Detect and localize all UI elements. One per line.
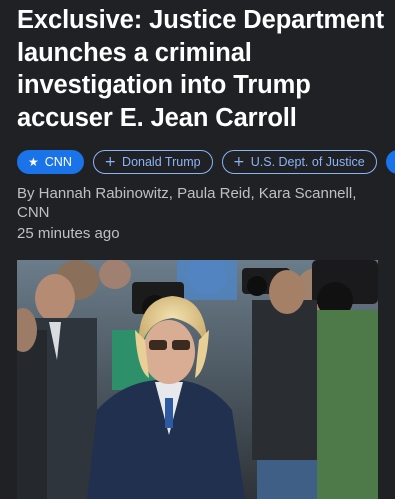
plus-icon: + (233, 154, 245, 170)
article-timestamp: 25 minutes ago (17, 225, 120, 242)
article-photo-illustration (17, 260, 378, 499)
topic-chip-label: U.S. Dept. of Justice (250, 155, 365, 169)
topic-chip-us-dept-of-justice[interactable]: + U.S. Dept. of Justice (222, 150, 377, 174)
plus-icon: + (104, 154, 117, 170)
article-byline: By Hannah Rabinowitz, Paula Reid, Kara S… (17, 185, 357, 221)
topic-chip-more[interactable]: + (386, 150, 395, 174)
topic-chip-cnn[interactable]: ★ CNN (17, 150, 84, 174)
topic-chip-donald-trump[interactable]: + Donald Trump (93, 150, 213, 174)
topic-chip-label: Donald Trump (122, 155, 201, 169)
topic-chip-label: CNN (44, 155, 72, 169)
star-icon: ★ (28, 155, 39, 169)
article-headline[interactable]: Exclusive: Justice Department launches a… (17, 4, 389, 134)
topic-chips: ★ CNN + Donald Trump + U.S. Dept. of Jus… (17, 150, 395, 176)
article-photo[interactable] (17, 260, 378, 499)
